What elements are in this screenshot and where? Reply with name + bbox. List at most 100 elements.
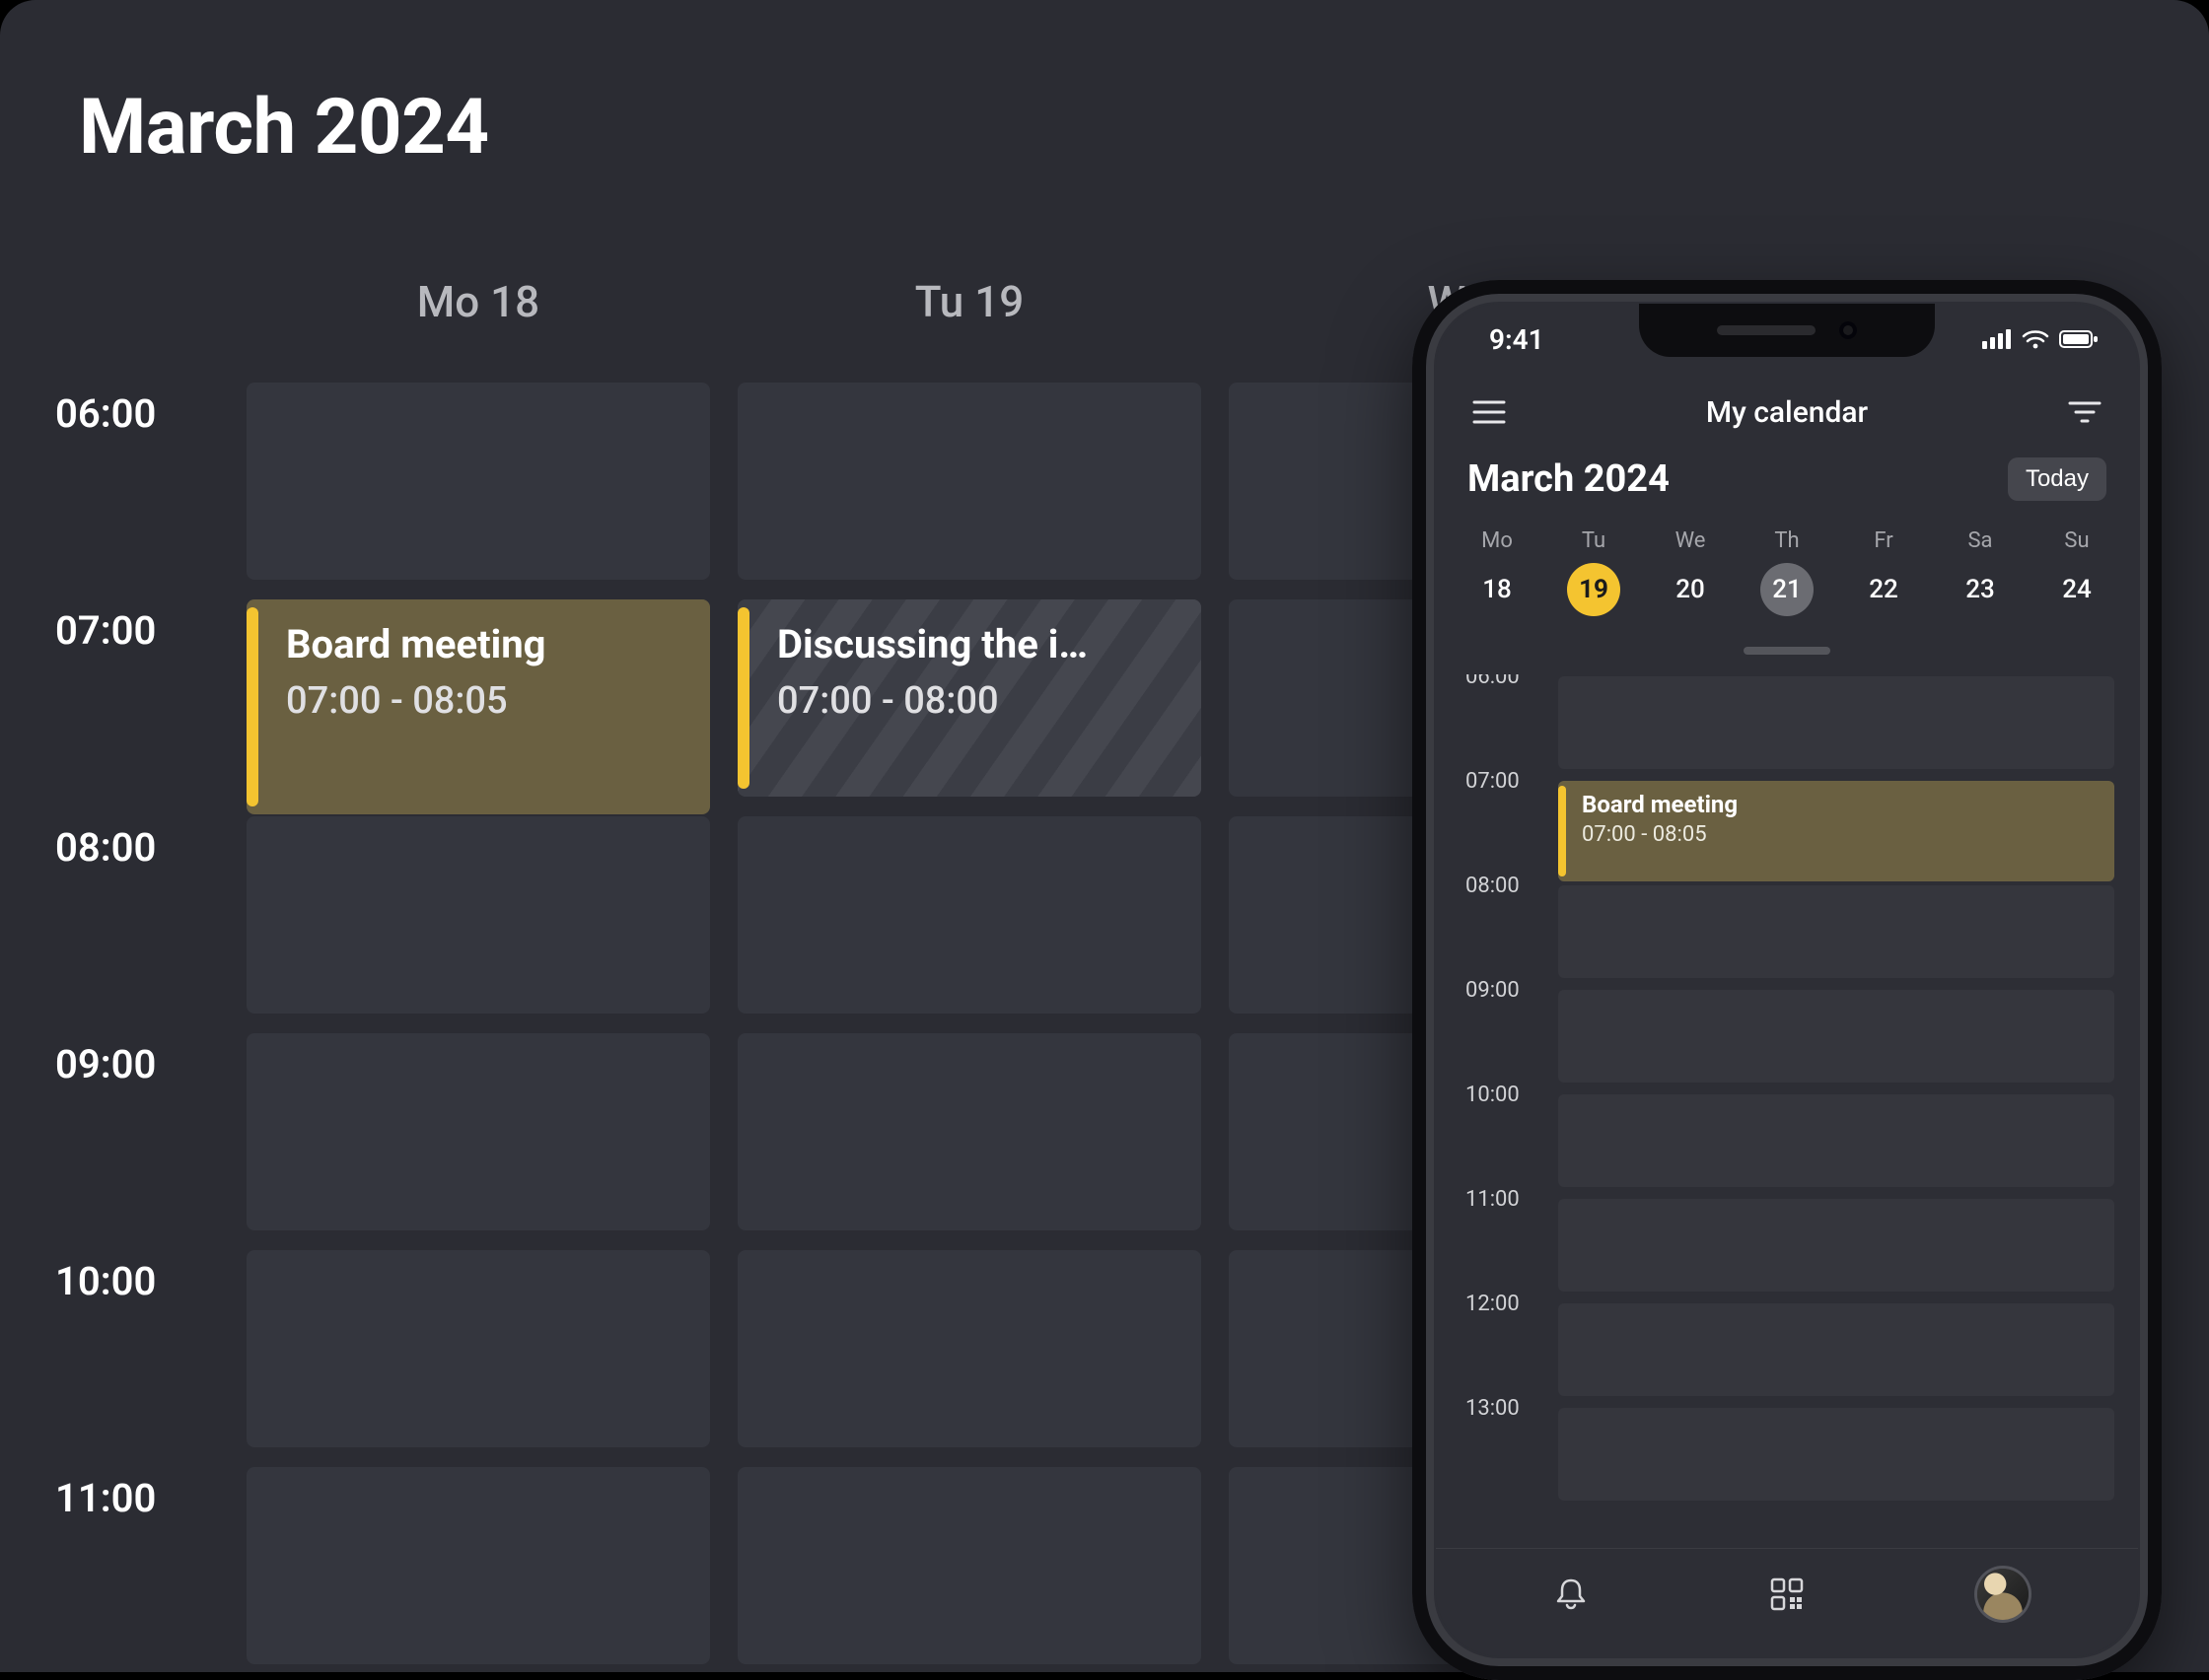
date-pill[interactable]: 18 xyxy=(1470,563,1524,616)
calendar-event[interactable]: Board meeting 07:00 - 08:05 xyxy=(1558,781,2114,881)
time-label: 06:00 xyxy=(55,390,156,607)
status-time: 9:41 xyxy=(1489,323,1544,356)
day-column xyxy=(247,383,710,1672)
hour-cell[interactable] xyxy=(1558,676,2114,769)
event-time: 07:00 - 08:05 xyxy=(1582,822,2101,847)
hour-cell[interactable] xyxy=(247,1250,710,1447)
phone-hour-row[interactable]: 08:00 xyxy=(1436,883,2138,988)
weekday-label: Th xyxy=(1747,528,1826,553)
date-pill[interactable]: 23 xyxy=(1954,563,2007,616)
event-time: 07:00 - 08:05 xyxy=(286,679,686,723)
desktop-day-header[interactable]: Tu 19 xyxy=(738,276,1201,327)
event-title: Discussing the i… xyxy=(777,621,1177,667)
date-pill[interactable]: 24 xyxy=(2050,563,2103,616)
desktop-month-title: March 2024 xyxy=(79,83,489,173)
wifi-icon xyxy=(2022,329,2049,349)
cellular-icon xyxy=(1982,329,2012,349)
date-cell[interactable]: 19 xyxy=(1554,563,1633,616)
time-label: 10:00 xyxy=(55,1258,156,1475)
today-button[interactable]: Today xyxy=(2008,457,2106,501)
bell-icon xyxy=(1551,1575,1591,1614)
event-accent-bar xyxy=(247,607,258,806)
time-label: 06:00 xyxy=(1465,674,1520,689)
device-notch xyxy=(1639,304,1935,357)
time-label: 08:00 xyxy=(1465,874,1520,898)
filter-icon[interactable] xyxy=(2063,390,2106,434)
date-pill[interactable]: 19 xyxy=(1567,563,1620,616)
date-cell[interactable]: 24 xyxy=(2037,563,2116,616)
calendar-event[interactable]: Discussing the i… 07:00 - 08:00 xyxy=(738,599,1201,797)
date-cell[interactable]: 21 xyxy=(1747,563,1826,616)
day-column xyxy=(738,383,1201,1672)
hour-cell[interactable] xyxy=(1558,1303,2114,1396)
phone-timeline[interactable]: 06:0007:0008:0009:0010:0011:0012:0013:00… xyxy=(1436,674,2138,1548)
hour-cell[interactable] xyxy=(1558,1094,2114,1187)
event-accent-bar xyxy=(1558,786,1566,876)
phone-screen: 9:41 My calendar xyxy=(1436,304,2138,1656)
month-row: March 2024 Today xyxy=(1436,457,2138,501)
weekday-label: Sa xyxy=(1941,528,2020,553)
hour-cell[interactable] xyxy=(738,1250,1201,1447)
phone-hour-row[interactable]: 13:00 xyxy=(1436,1406,2138,1510)
date-pill[interactable]: 20 xyxy=(1664,563,1717,616)
weekday-label: Mo xyxy=(1458,528,1536,553)
date-cell[interactable]: 22 xyxy=(1844,563,1923,616)
hour-cell[interactable] xyxy=(738,1467,1201,1664)
time-label: 07:00 xyxy=(55,607,156,824)
time-label: 09:00 xyxy=(1465,978,1520,1003)
avatar xyxy=(1977,1569,2029,1620)
app-bar: My calendar xyxy=(1436,381,2138,444)
date-pill[interactable]: 22 xyxy=(1857,563,1910,616)
phone-hour-row[interactable]: 09:00 xyxy=(1436,988,2138,1092)
date-pill[interactable]: 21 xyxy=(1760,563,1814,616)
event-time: 07:00 - 08:00 xyxy=(777,679,1177,723)
time-label: 13:00 xyxy=(1465,1396,1520,1421)
profile-tab[interactable] xyxy=(1973,1569,2032,1620)
weekday-label: Fr xyxy=(1844,528,1923,553)
event-accent-bar xyxy=(738,607,749,789)
calendar-event[interactable]: Board meeting 07:00 - 08:05 xyxy=(247,599,710,814)
week-strip[interactable]: Mo Tu We Th Fr Sa Su 18 19 20 21 22 23 24 xyxy=(1436,528,2138,616)
time-label: 09:00 xyxy=(55,1041,156,1258)
time-label: 12:00 xyxy=(1465,1292,1520,1316)
drag-handle[interactable] xyxy=(1744,647,1830,655)
time-label: 10:00 xyxy=(1465,1083,1520,1107)
date-cell[interactable]: 18 xyxy=(1458,563,1536,616)
phone-hour-row[interactable]: 10:00 xyxy=(1436,1092,2138,1197)
tab-bar xyxy=(1436,1548,2138,1656)
phone-month-title: March 2024 xyxy=(1467,457,1670,501)
app-title: My calendar xyxy=(1706,395,1868,430)
qr-grid-icon xyxy=(1767,1575,1807,1614)
time-label: 11:00 xyxy=(55,1475,156,1672)
weekday-label: Su xyxy=(2037,528,2116,553)
time-label: 08:00 xyxy=(55,824,156,1041)
phone-hour-row[interactable]: 06:00 xyxy=(1436,674,2138,779)
hour-cell[interactable] xyxy=(738,1033,1201,1230)
weekday-label: Tu xyxy=(1554,528,1633,553)
date-cell[interactable]: 23 xyxy=(1941,563,2020,616)
hour-cell[interactable] xyxy=(247,1467,710,1664)
event-title: Board meeting xyxy=(286,621,686,667)
desktop-time-column: 06:00 07:00 08:00 09:00 10:00 11:00 xyxy=(55,390,156,1672)
phone-hour-row[interactable]: 12:00 xyxy=(1436,1301,2138,1406)
front-camera xyxy=(1839,321,1857,339)
desktop-day-header[interactable]: Mo 18 xyxy=(247,276,710,327)
time-label: 11:00 xyxy=(1465,1187,1520,1212)
notifications-tab[interactable] xyxy=(1541,1575,1601,1614)
menu-icon[interactable] xyxy=(1467,390,1511,434)
hour-cell[interactable] xyxy=(1558,1408,2114,1501)
hour-cell[interactable] xyxy=(247,1033,710,1230)
hour-cell[interactable] xyxy=(738,816,1201,1014)
hour-cell[interactable] xyxy=(1558,1199,2114,1292)
phone-hour-row[interactable]: 11:00 xyxy=(1436,1197,2138,1301)
weekday-label: We xyxy=(1651,528,1730,553)
hour-cell[interactable] xyxy=(1558,990,2114,1083)
event-title: Board meeting xyxy=(1582,791,2101,818)
hour-cell[interactable] xyxy=(1558,885,2114,978)
hour-cell[interactable] xyxy=(247,816,710,1014)
apps-tab[interactable] xyxy=(1757,1575,1817,1614)
hour-cell[interactable] xyxy=(247,383,710,580)
speaker-grille xyxy=(1717,325,1816,335)
hour-cell[interactable] xyxy=(738,383,1201,580)
date-cell[interactable]: 20 xyxy=(1651,563,1730,616)
